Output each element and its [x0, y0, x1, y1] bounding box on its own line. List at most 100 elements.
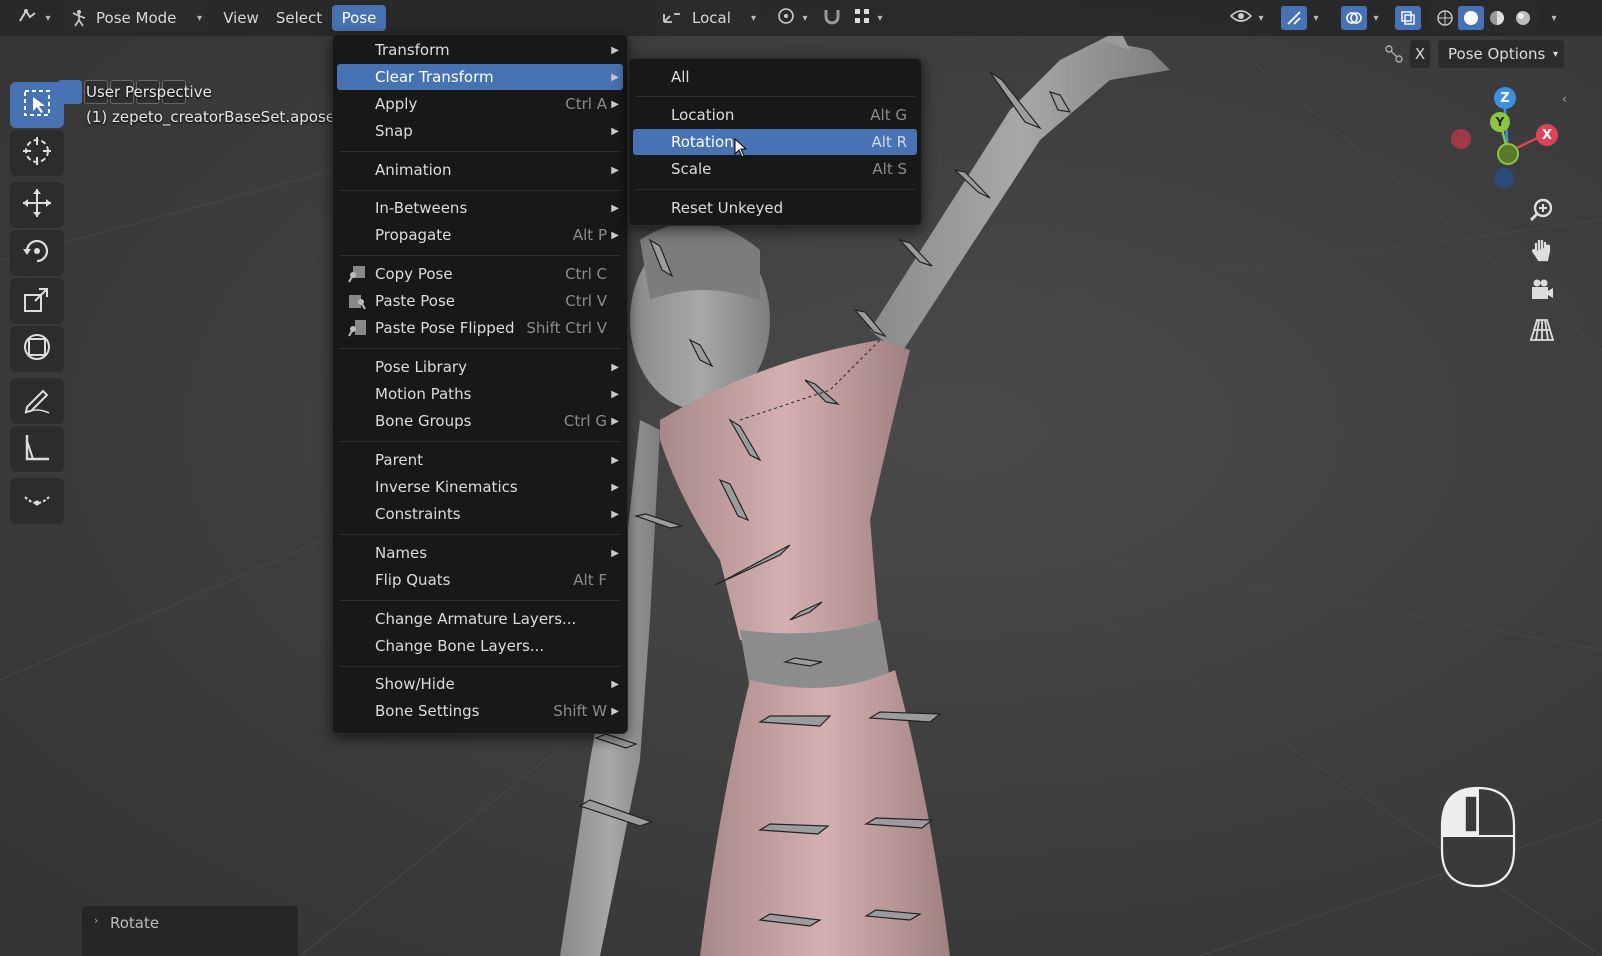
snap-grid-icon: [853, 7, 871, 29]
menu-separator: [635, 96, 915, 97]
menu-item-bone-groups[interactable]: Bone Groups Ctrl G ▶: [337, 408, 623, 434]
pose-options-label: Pose Options: [1448, 45, 1546, 63]
menu-item-label: Transform: [375, 41, 450, 59]
menu-item-propagate[interactable]: Propagate Alt P ▶: [337, 222, 623, 248]
menu-item-clear-transform[interactable]: Clear Transform ▶: [337, 64, 623, 90]
submenu-arrow-icon: ▶: [611, 678, 619, 690]
rendered-shading-icon[interactable]: [1510, 9, 1536, 27]
chevron-down-icon: ▾: [802, 12, 808, 24]
menu-item-label: Constraints: [375, 505, 461, 523]
orientation-label: Local: [692, 9, 731, 27]
snap-target-button[interactable]: ▾: [848, 5, 888, 31]
move-icon: [19, 185, 55, 225]
gizmo-toggle[interactable]: ▾: [1274, 5, 1326, 31]
viewport-header: ▾ Pose Mode ▾ View Select Pose Local ▾ ▾…: [0, 0, 1602, 36]
submenu-arrow-icon: ▶: [611, 361, 619, 373]
bend-tool[interactable]: [10, 478, 64, 524]
submenu-arrow-icon: ▶: [611, 71, 619, 83]
menu-item-names[interactable]: Names ▶: [337, 540, 623, 566]
menu-item-paste-pose[interactable]: Paste Pose Ctrl V: [337, 288, 623, 314]
camera-view-button[interactable]: [1524, 274, 1560, 310]
menu-item-label: Names: [375, 544, 428, 562]
submenu-arrow-icon: ▶: [611, 125, 619, 137]
menu-item-animation[interactable]: Animation ▶: [337, 157, 623, 183]
menu-view[interactable]: View: [218, 5, 264, 31]
menu-item-label: All: [671, 68, 690, 86]
gizmo-y-axis[interactable]: Y: [1490, 112, 1510, 132]
menu-item-label: Scale: [671, 160, 712, 178]
menu-item-change-bone-layers[interactable]: Change Bone Layers...: [337, 633, 623, 659]
mode-selector[interactable]: Pose Mode ▾: [62, 5, 208, 31]
magnet-icon: [822, 6, 842, 30]
chevron-right-icon: ›: [94, 914, 99, 927]
menu-item-transform[interactable]: Transform ▶: [337, 37, 623, 63]
solid-shading-icon[interactable]: [1458, 6, 1484, 30]
menu-item-label: Animation: [375, 161, 452, 179]
menu-item-show-hide[interactable]: Show/Hide ▶: [337, 671, 623, 697]
transform-tool[interactable]: [10, 326, 64, 372]
menu-item-bone-settings[interactable]: Bone Settings Shift W ▶: [337, 698, 623, 724]
paste-pose-icon: [347, 292, 367, 310]
overlays-icon: [1341, 6, 1368, 30]
menu-item-motion-paths[interactable]: Motion Paths ▶: [337, 381, 623, 407]
menu-item-copy-pose[interactable]: Copy Pose Ctrl C: [337, 261, 623, 287]
chevron-down-icon: ▾: [196, 12, 202, 24]
cursor-tool[interactable]: [10, 130, 64, 176]
menu-item-shortcut: Alt P: [572, 226, 607, 244]
menu-item-change-armature-layers[interactable]: Change Armature Layers...: [337, 606, 623, 632]
annotate-tool[interactable]: [10, 378, 64, 424]
menu-item-pose-library[interactable]: Pose Library ▶: [337, 354, 623, 380]
last-operator-panel[interactable]: › Rotate: [82, 906, 298, 956]
scale-tool[interactable]: [10, 278, 64, 324]
chevron-down-icon: ▾: [1258, 12, 1264, 24]
menu-item-label: Copy Pose: [375, 265, 453, 283]
menu-item-reset-unkeyed[interactable]: Reset Unkeyed: [633, 195, 917, 221]
menu-item-clear-all[interactable]: All: [633, 64, 917, 90]
zoom-button[interactable]: [1524, 194, 1560, 230]
overlays-toggle[interactable]: ▾: [1334, 5, 1386, 31]
menu-item-in-betweens[interactable]: In-Betweens ▶: [337, 195, 623, 221]
navigation-gizmo[interactable]: Z Y X: [1446, 84, 1562, 194]
last-operator-label: Rotate: [110, 914, 160, 932]
menu-item-flip-quats[interactable]: Flip Quats Alt F: [337, 567, 623, 593]
x-mirror-toggle[interactable]: X: [1410, 40, 1430, 68]
menu-item-inverse-kinematics[interactable]: Inverse Kinematics ▶: [337, 474, 623, 500]
menu-select[interactable]: Select: [272, 5, 326, 31]
collapse-sidebar-icon[interactable]: ‹: [1562, 92, 1567, 106]
gizmo-x-axis[interactable]: X: [1536, 124, 1558, 146]
transform-orientation-selector[interactable]: Local ▾: [656, 5, 762, 31]
menu-item-apply[interactable]: Apply Ctrl A ▶: [337, 91, 623, 117]
move-tool[interactable]: [10, 182, 64, 228]
menu-item-constraints[interactable]: Constraints ▶: [337, 501, 623, 527]
select-box-tool[interactable]: [10, 82, 64, 128]
copy-pose-icon: [347, 265, 367, 283]
snap-toggle[interactable]: [818, 5, 846, 31]
visibility-button[interactable]: ▾: [1226, 5, 1268, 31]
measure-tool[interactable]: [10, 426, 64, 472]
menu-item-clear-scale[interactable]: Scale Alt S: [633, 156, 917, 182]
menu-item-clear-rotation[interactable]: Rotation Alt R: [633, 129, 917, 155]
material-shading-icon[interactable]: [1484, 9, 1510, 27]
editor-type-icon: [17, 7, 39, 29]
eye-icon: [1230, 8, 1253, 28]
pan-button[interactable]: [1524, 234, 1560, 270]
xray-toggle[interactable]: [1394, 5, 1422, 31]
editor-type-button[interactable]: ▾: [14, 5, 54, 31]
menu-item-clear-location[interactable]: Location Alt G: [633, 102, 917, 128]
menu-item-parent[interactable]: Parent ▶: [337, 447, 623, 473]
gizmo-z-axis[interactable]: Z: [1494, 87, 1516, 109]
submenu-arrow-icon: ▶: [611, 229, 619, 241]
pivot-point-button[interactable]: ▾: [772, 5, 812, 31]
menu-item-snap[interactable]: Snap ▶: [337, 118, 623, 144]
menu-pose[interactable]: Pose: [332, 5, 386, 31]
menu-item-paste-pose-flipped[interactable]: Paste Pose Flipped Shift Ctrl V: [337, 315, 623, 341]
menu-item-label: Parent: [375, 451, 424, 469]
pose-options-dropdown[interactable]: Pose Options ▾: [1438, 40, 1564, 68]
rotate-tool[interactable]: [10, 230, 64, 276]
wireframe-shading-icon[interactable]: [1432, 9, 1458, 27]
submenu-arrow-icon: ▶: [611, 454, 619, 466]
bone-icon[interactable]: [1382, 40, 1406, 68]
perspective-toggle-button[interactable]: [1524, 314, 1560, 350]
menu-item-shortcut: Shift Ctrl V: [526, 319, 607, 337]
shading-options-button[interactable]: ▾: [1544, 5, 1564, 31]
